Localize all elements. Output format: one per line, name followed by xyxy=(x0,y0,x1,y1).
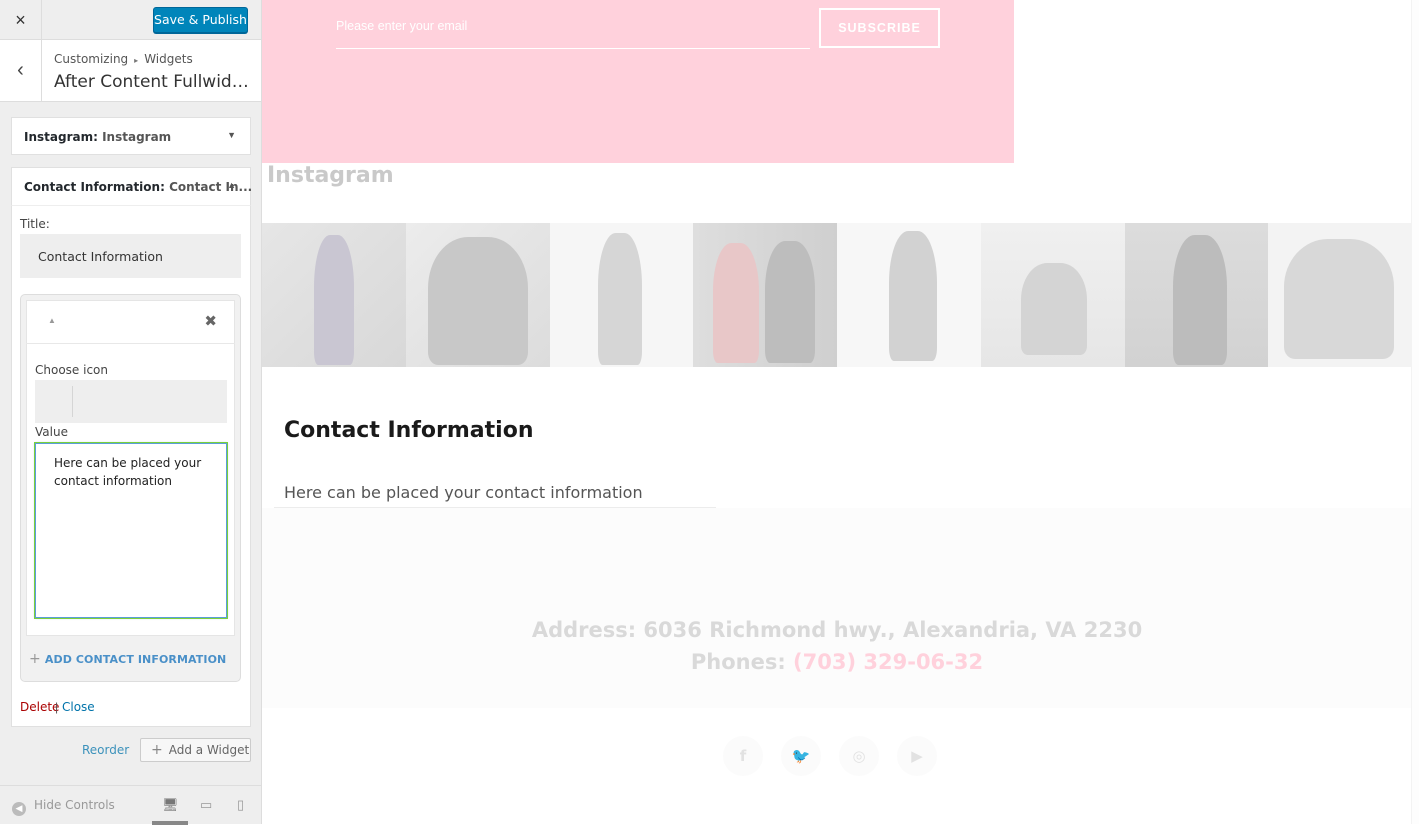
facebook-icon[interactable]: f xyxy=(723,736,763,776)
newsletter-section: Please enter your email SUBSCRIBE xyxy=(262,0,1014,163)
mobile-preview-icon[interactable]: ▯ xyxy=(237,797,244,813)
widget-title: Contact In... xyxy=(169,180,253,194)
delete-link[interactable]: Delete xyxy=(20,700,59,714)
subscribe-button[interactable]: SUBSCRIBE xyxy=(819,8,940,48)
widget-name: Contact Information: xyxy=(24,180,165,194)
breadcrumb: Customizing ▸ Widgets xyxy=(54,52,193,66)
breadcrumb-widgets: Widgets xyxy=(144,52,193,66)
instagram-photo[interactable] xyxy=(1268,223,1412,367)
phone-number-link[interactable]: (703) 329-06-32 xyxy=(793,650,983,674)
phones-label: Phones: xyxy=(690,650,786,674)
breadcrumb-separator-icon: ▸ xyxy=(134,56,139,65)
collapse-sidebar-icon: ◀ xyxy=(12,802,26,816)
instagram-photo[interactable] xyxy=(693,223,837,367)
close-customizer-button[interactable]: × xyxy=(0,0,42,40)
add-contact-information-button[interactable]: + ADD CONTACT INFORMATION xyxy=(29,651,226,667)
save-publish-button[interactable]: Save & Publish xyxy=(153,7,248,33)
hide-controls-button[interactable]: ◀ Hide Controls xyxy=(12,798,115,816)
close-link[interactable]: Close xyxy=(62,700,95,714)
customizer-header: × Save & Publish xyxy=(0,0,261,40)
dancer-couple-figure xyxy=(1172,235,1227,365)
expand-arrow-icon[interactable]: ▼ xyxy=(227,130,236,140)
dancer-figure xyxy=(765,241,816,363)
instagram-icon[interactable]: ◎ xyxy=(839,736,879,776)
remove-item-icon[interactable]: ✖ xyxy=(204,312,217,330)
breadcrumb-customizing: Customizing xyxy=(54,52,129,66)
instagram-photo[interactable] xyxy=(405,223,550,367)
instagram-feed xyxy=(262,223,1412,367)
collapse-arrow-icon[interactable]: ▲ xyxy=(227,180,236,190)
footer-address-section xyxy=(262,508,1412,708)
link-separator: | xyxy=(55,700,59,714)
instagram-photo[interactable] xyxy=(837,223,981,367)
contact-information-text: Here can be placed your contact informat… xyxy=(284,483,643,502)
instagram-photo[interactable] xyxy=(980,223,1125,367)
customizer-sidebar: × Save & Publish ‹ Customizing ▸ Widgets A… xyxy=(0,0,262,825)
choose-icon-label: Choose icon xyxy=(35,363,108,377)
breakdancer-figure xyxy=(889,231,937,361)
add-widget-label: Add a Widget xyxy=(168,743,250,757)
reorder-link[interactable]: Reorder xyxy=(82,743,129,757)
breakdancer-figure xyxy=(1020,263,1087,355)
widget-title: Instagram xyxy=(102,130,172,144)
instagram-photo[interactable] xyxy=(1124,223,1269,367)
twitter-icon[interactable]: 🐦 xyxy=(781,736,821,776)
plus-icon: + xyxy=(151,742,163,758)
contact-information-heading: Contact Information xyxy=(284,418,534,443)
icon-picker[interactable] xyxy=(35,380,227,423)
newsletter-email-input[interactable]: Please enter your email xyxy=(336,12,810,49)
site-preview: Please enter your email SUBSCRIBE Instag… xyxy=(262,0,1419,824)
plus-icon: + xyxy=(29,651,41,667)
instagram-photo[interactable] xyxy=(549,223,694,367)
customizer-footer: ◀ Hide Controls 🖥 ▭ ▯ xyxy=(0,785,261,825)
widget-name: Instagram: xyxy=(24,130,98,144)
address-text: Address: 6036 Richmond hwy., Alexandria,… xyxy=(531,618,1143,642)
back-button[interactable]: ‹ xyxy=(0,40,42,102)
youtube-icon[interactable]: ▶ xyxy=(897,736,937,776)
collapse-item-icon[interactable]: ▲ xyxy=(48,316,56,325)
add-contact-label: ADD CONTACT INFORMATION xyxy=(44,653,227,666)
preview-scrollbar[interactable] xyxy=(1411,0,1419,824)
dancer-figure xyxy=(713,243,760,363)
active-device-indicator xyxy=(152,821,188,825)
dancer-group-figure xyxy=(427,237,528,365)
value-label: Value xyxy=(35,425,68,439)
value-textarea[interactable]: Here can be placed your contact informat… xyxy=(34,442,228,619)
title-label: Title: xyxy=(20,217,50,231)
section-title: After Content Fullwidth ... xyxy=(54,72,254,92)
desktop-preview-icon[interactable]: 🖥 xyxy=(162,797,179,813)
dancer-group-figure xyxy=(1284,239,1395,359)
instagram-photo[interactable] xyxy=(262,223,406,367)
phones-line: Phones: (703) 329-06-32 xyxy=(262,650,1412,674)
title-input[interactable] xyxy=(20,234,241,278)
icon-picker-divider xyxy=(72,386,73,417)
hide-controls-label: Hide Controls xyxy=(34,798,115,812)
repeater-item-header[interactable]: ▲ ✖ xyxy=(26,300,235,344)
widget-contact-information[interactable]: Contact Information: Contact In... ▲ xyxy=(11,167,253,205)
instagram-heading: Instagram xyxy=(267,163,394,188)
social-links: f 🐦 ◎ ▶ xyxy=(723,736,937,776)
dancer-figure xyxy=(314,235,354,365)
section-header: ‹ Customizing ▸ Widgets After Content Full… xyxy=(0,40,261,102)
add-widget-button[interactable]: + Add a Widget xyxy=(140,738,251,762)
dancer-figure xyxy=(597,233,642,365)
widget-instagram[interactable]: Instagram: Instagram ▼ xyxy=(11,117,251,155)
tablet-preview-icon[interactable]: ▭ xyxy=(200,797,212,813)
